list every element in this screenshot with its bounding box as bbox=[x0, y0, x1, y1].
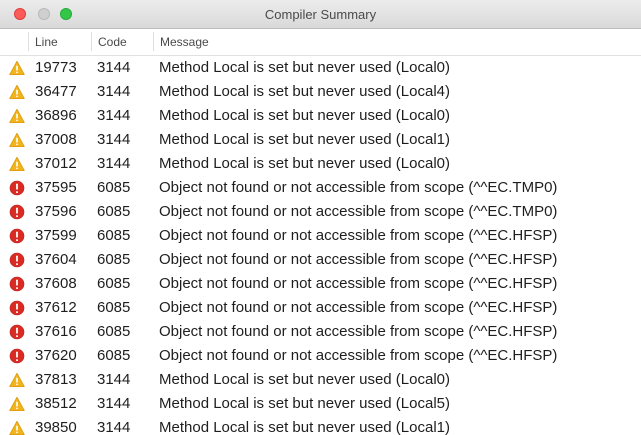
table-row[interactable]: 37595 6085 Object not found or not accessi… bbox=[0, 176, 641, 200]
message-text: Object not found or not accessible from … bbox=[159, 251, 558, 268]
error-code: 3144 bbox=[97, 131, 131, 148]
error-code: 3144 bbox=[97, 419, 131, 435]
column-header-message[interactable]: Message bbox=[160, 35, 209, 49]
error-code: 6085 bbox=[97, 251, 131, 268]
compiler-summary-window: Compiler Summary Line Code Message 19773… bbox=[0, 0, 641, 435]
table-row[interactable]: 36477 3144 Method Local is set but never u… bbox=[0, 80, 641, 104]
error-code: 3144 bbox=[97, 107, 131, 124]
window-title: Compiler Summary bbox=[264, 7, 377, 22]
warning-icon bbox=[9, 372, 25, 388]
message-text: Method Local is set but never used (Loca… bbox=[159, 131, 450, 148]
error-code: 3144 bbox=[97, 59, 131, 76]
column-header-line[interactable]: Line bbox=[35, 35, 58, 49]
table-row[interactable]: 19773 3144 Method Local is set but never u… bbox=[0, 56, 641, 80]
line-number: 37620 bbox=[35, 347, 77, 364]
error-code: 6085 bbox=[97, 299, 131, 316]
line-number: 36896 bbox=[35, 107, 77, 124]
error-icon bbox=[9, 204, 25, 220]
message-text: Method Local is set but never used (Loca… bbox=[159, 155, 450, 172]
error-code: 3144 bbox=[97, 371, 131, 388]
table-row[interactable]: 37813 3144 Method Local is set but never u… bbox=[0, 368, 641, 392]
column-separator[interactable] bbox=[91, 32, 92, 51]
line-number: 19773 bbox=[35, 59, 77, 76]
line-number: 38512 bbox=[35, 395, 77, 412]
message-text: Object not found or not accessible from … bbox=[159, 203, 558, 220]
warning-icon bbox=[9, 108, 25, 124]
message-text: Object not found or not accessible from … bbox=[159, 179, 558, 196]
error-code: 3144 bbox=[97, 83, 131, 100]
error-code: 6085 bbox=[97, 227, 131, 244]
warning-icon bbox=[9, 156, 25, 172]
results-list: 19773 3144 Method Local is set but never u… bbox=[0, 56, 641, 435]
error-icon bbox=[9, 348, 25, 364]
error-code: 6085 bbox=[97, 323, 131, 340]
error-code: 6085 bbox=[97, 347, 131, 364]
line-number: 37008 bbox=[35, 131, 77, 148]
error-code: 3144 bbox=[97, 395, 131, 412]
table-row[interactable]: 37608 6085 Object not found or not accessi… bbox=[0, 272, 641, 296]
line-number: 36477 bbox=[35, 83, 77, 100]
line-number: 37612 bbox=[35, 299, 77, 316]
table-row[interactable]: 37604 6085 Object not found or not accessi… bbox=[0, 248, 641, 272]
message-text: Object not found or not accessible from … bbox=[159, 227, 558, 244]
error-code: 6085 bbox=[97, 275, 131, 292]
line-number: 37595 bbox=[35, 179, 77, 196]
error-icon bbox=[9, 252, 25, 268]
column-separator[interactable] bbox=[153, 32, 154, 51]
message-text: Method Local is set but never used (Loca… bbox=[159, 371, 450, 388]
line-number: 37604 bbox=[35, 251, 77, 268]
warning-icon bbox=[9, 84, 25, 100]
message-text: Method Local is set but never used (Loca… bbox=[159, 395, 450, 412]
message-text: Object not found or not accessible from … bbox=[159, 323, 558, 340]
table-row[interactable]: 37008 3144 Method Local is set but never u… bbox=[0, 128, 641, 152]
warning-icon bbox=[9, 396, 25, 412]
line-number: 39850 bbox=[35, 419, 77, 435]
line-number: 37012 bbox=[35, 155, 77, 172]
error-code: 6085 bbox=[97, 179, 131, 196]
line-number: 37813 bbox=[35, 371, 77, 388]
message-text: Method Local is set but never used (Loca… bbox=[159, 59, 450, 76]
message-text: Method Local is set but never used (Loca… bbox=[159, 83, 450, 100]
table-row[interactable]: 37616 6085 Object not found or not accessi… bbox=[0, 320, 641, 344]
title-bar[interactable]: Compiler Summary bbox=[0, 0, 641, 29]
warning-icon bbox=[9, 132, 25, 148]
line-number: 37608 bbox=[35, 275, 77, 292]
table-row[interactable]: 37620 6085 Object not found or not accessi… bbox=[0, 344, 641, 368]
warning-icon bbox=[9, 60, 25, 76]
table-row[interactable]: 36896 3144 Method Local is set but never u… bbox=[0, 104, 641, 128]
error-icon bbox=[9, 324, 25, 340]
line-number: 37596 bbox=[35, 203, 77, 220]
table-row[interactable]: 37596 6085 Object not found or not accessi… bbox=[0, 200, 641, 224]
table-header: Line Code Message bbox=[0, 29, 641, 56]
line-number: 37616 bbox=[35, 323, 77, 340]
table-row[interactable]: 37612 6085 Object not found or not accessi… bbox=[0, 296, 641, 320]
table-row[interactable]: 37012 3144 Method Local is set but never u… bbox=[0, 152, 641, 176]
message-text: Method Local is set but never used (Loca… bbox=[159, 107, 450, 124]
column-separator[interactable] bbox=[28, 32, 29, 51]
error-code: 6085 bbox=[97, 203, 131, 220]
table-row[interactable]: 38512 3144 Method Local is set but never u… bbox=[0, 392, 641, 416]
error-icon bbox=[9, 300, 25, 316]
message-text: Object not found or not accessible from … bbox=[159, 299, 558, 316]
error-icon bbox=[9, 180, 25, 196]
error-icon bbox=[9, 228, 25, 244]
message-text: Object not found or not accessible from … bbox=[159, 347, 558, 364]
column-header-code[interactable]: Code bbox=[98, 35, 127, 49]
error-icon bbox=[9, 276, 25, 292]
message-text: Method Local is set but never used (Loca… bbox=[159, 419, 450, 435]
warning-icon bbox=[9, 420, 25, 435]
table-row[interactable]: 37599 6085 Object not found or not accessi… bbox=[0, 224, 641, 248]
error-code: 3144 bbox=[97, 155, 131, 172]
message-text: Object not found or not accessible from … bbox=[159, 275, 558, 292]
line-number: 37599 bbox=[35, 227, 77, 244]
table-row[interactable]: 39850 3144 Method Local is set but never u… bbox=[0, 416, 641, 435]
